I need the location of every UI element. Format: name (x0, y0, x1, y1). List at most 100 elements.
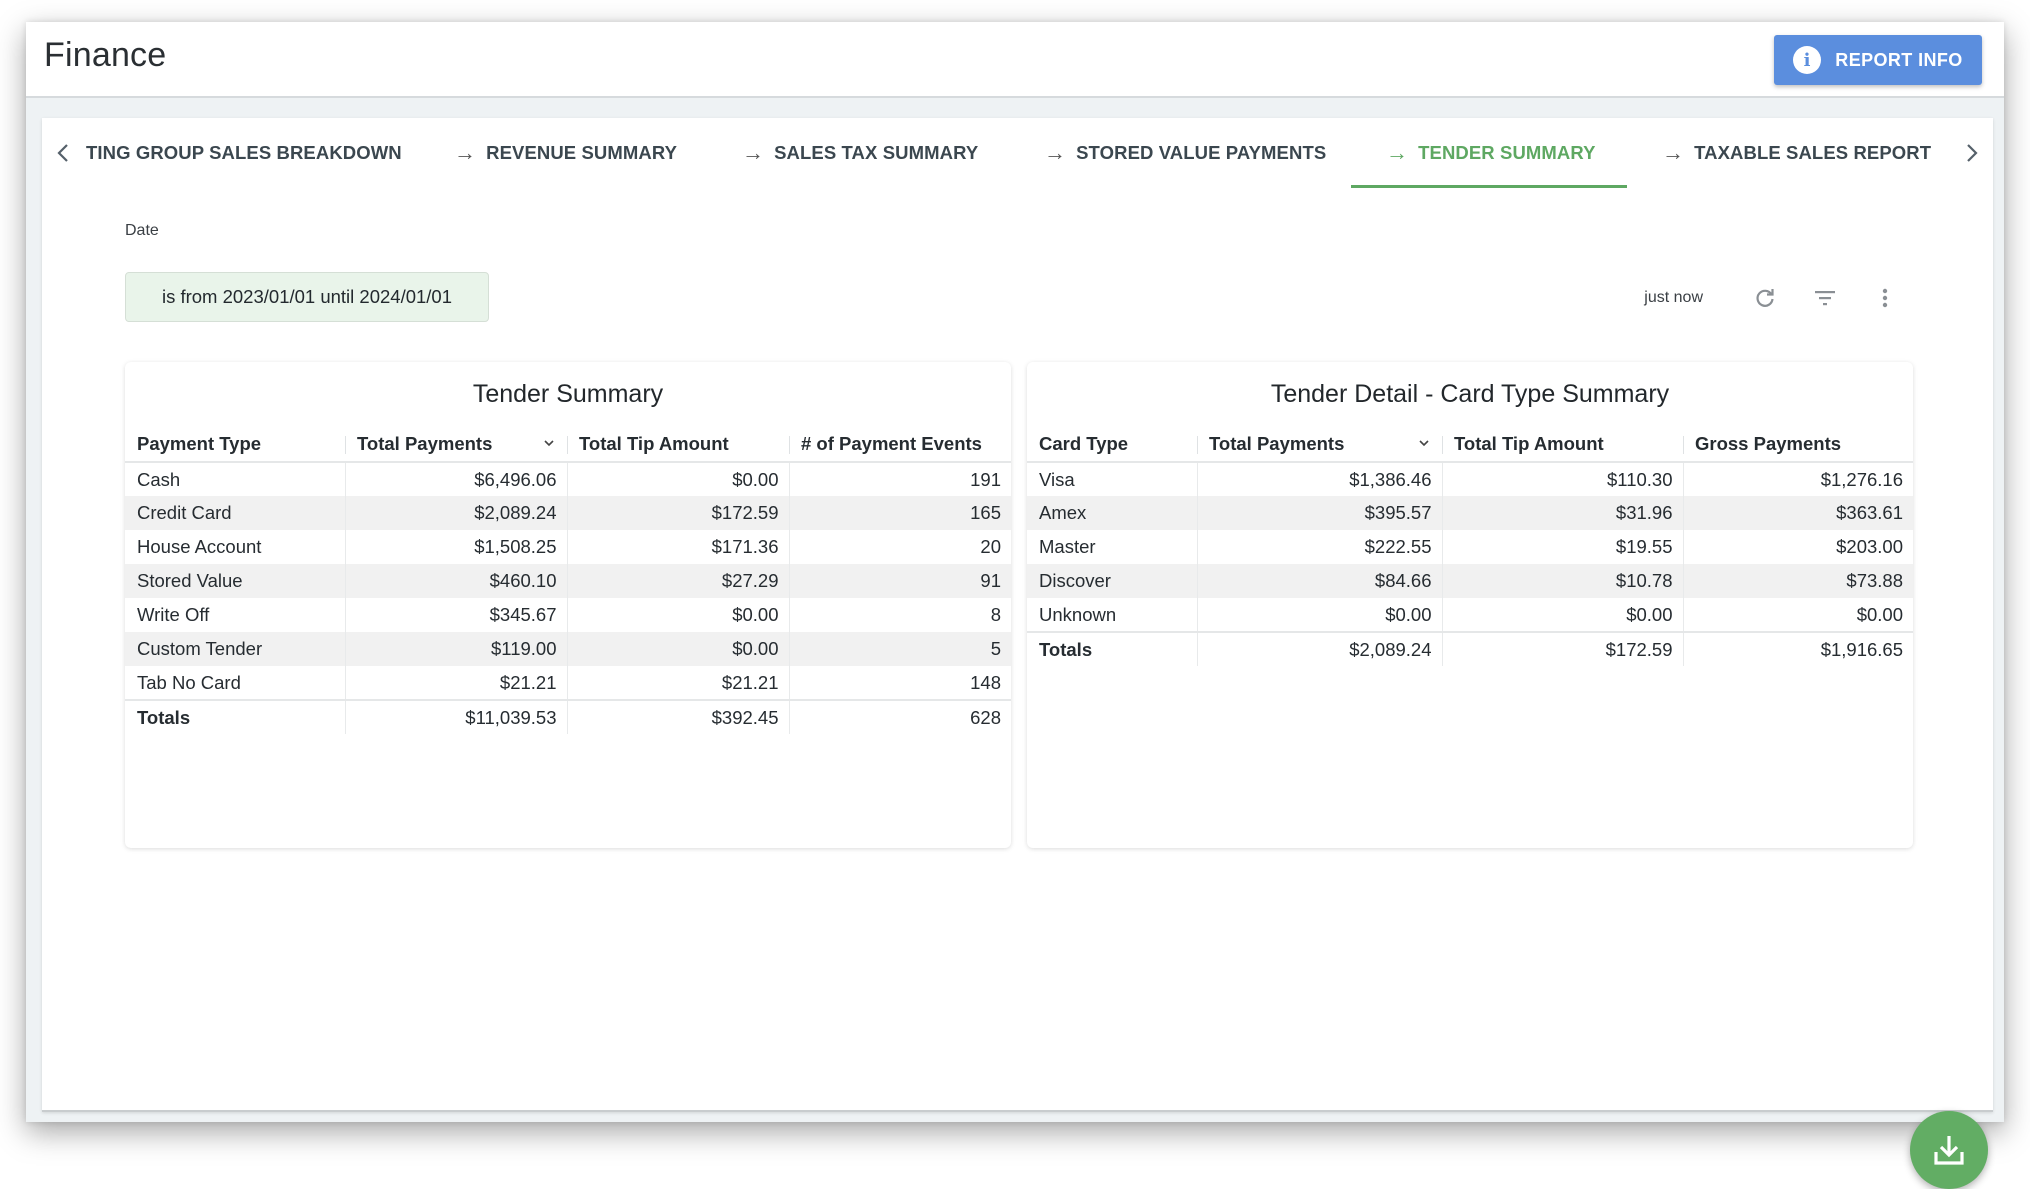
tab-label: TENDER SUMMARY (1418, 142, 1596, 163)
cell-total-tip: $172.59 (566, 496, 789, 530)
cell-gross-payments: $0.00 (1682, 598, 1913, 632)
arrow-right-icon: → (454, 140, 477, 165)
totals-row: Totals $2,089.24 $172.59 $1,916.65 (1027, 631, 1913, 666)
last-updated-text: just now (1644, 289, 1703, 306)
column-header[interactable]: Total Tip Amount (567, 426, 789, 463)
cell-gross-payments: $363.61 (1682, 496, 1913, 530)
cell-payment-events: 20 (788, 530, 1011, 564)
date-filter[interactable]: is from 2023/01/01 until 2024/01/01 (125, 272, 489, 322)
download-button[interactable] (1910, 1111, 1988, 1189)
report-content: TING GROUP SALES BREAKDOWN → REVENUE SUM… (42, 118, 1993, 1189)
totals-label: Totals (125, 699, 345, 734)
cell-total-payments: $0.00 (1196, 598, 1442, 632)
column-header[interactable]: # of Payment Events (789, 426, 1011, 463)
cell-payment-events: 91 (788, 564, 1011, 598)
cell-total-tip: $27.29 (566, 564, 789, 598)
cell-total-payments: $222.55 (1196, 530, 1442, 564)
cell-total-tip: $0.00 (566, 598, 789, 632)
tab-label: SALES TAX SUMMARY (774, 142, 979, 163)
cell-total-payments: $6,496.06 (344, 462, 567, 496)
cell-total-tip: $10.78 (1441, 564, 1683, 598)
cell-payment-events: 148 (788, 666, 1011, 700)
tab-revenue-summary[interactable]: → REVENUE SUMMARY (454, 118, 677, 188)
tab-label: STORED VALUE PAYMENTS (1076, 142, 1327, 163)
cell-card-type: Master (1039, 536, 1096, 557)
column-header[interactable]: Gross Payments (1683, 426, 1913, 463)
more-options-button[interactable] (1867, 280, 1903, 316)
tile-title: Tender Detail - Card Type Summary (1270, 380, 1670, 408)
card-type-summary-table: Card Type Total Payments Total Tip Amoun… (1027, 426, 1913, 666)
cell-total-payments: $1,386.46 (1196, 462, 1442, 496)
tab-scroll-right-button[interactable] (1957, 136, 1987, 170)
tab-tender-summary[interactable]: → TENDER SUMMARY (1386, 118, 1596, 188)
card-type-summary-tile: Tender Detail - Card Type Summary Card T… (1027, 362, 1913, 848)
filter-button[interactable] (1807, 280, 1843, 316)
cell-payment-type: Cash (137, 468, 181, 490)
table-header-row: Payment Type Total Payments Total Tip Am… (125, 426, 1011, 463)
column-header-label: Total Payments (1209, 432, 1345, 454)
column-header-sorted[interactable]: Total Payments (1197, 426, 1442, 463)
cell-total-payments: $1,508.25 (344, 530, 567, 564)
refresh-icon (1756, 289, 1774, 307)
cell-total-payments: $84.66 (1196, 564, 1442, 598)
sort-descending-icon (1418, 435, 1430, 451)
table-row: Unknown $0.00 $0.00 $0.00 (1027, 598, 1913, 632)
table-row: Amex $395.57 $31.96 $363.61 (1027, 496, 1913, 530)
cell-payment-type: Write Off (137, 604, 210, 625)
tab-scroll-left-button[interactable] (48, 136, 78, 170)
report-info-button[interactable]: i REPORT INFO (1774, 35, 1982, 85)
info-icon: i (1793, 46, 1822, 74)
cell-gross-payments: $203.00 (1682, 530, 1913, 564)
cell-card-type: Unknown (1039, 603, 1117, 625)
cell-payment-events: 191 (788, 462, 1011, 496)
arrow-right-icon: → (1386, 140, 1409, 165)
tab-group-sales-breakdown[interactable]: TING GROUP SALES BREAKDOWN (86, 118, 402, 188)
cell-payment-type: House Account (137, 536, 262, 557)
totals-label: Totals (1027, 631, 1197, 666)
date-filter-value: is from 2023/01/01 until 2024/01/01 (161, 286, 453, 307)
cell-total-payments: $119.00 (344, 632, 567, 666)
cell-card-type: Discover (1027, 564, 1197, 598)
download-icon (1934, 1136, 1964, 1165)
cell-payment-type: Stored Value (125, 564, 345, 598)
total-payments-sum: $11,039.53 (344, 699, 567, 734)
arrow-right-icon: → (1662, 140, 1685, 165)
filter-icon (1815, 291, 1835, 306)
cell-card-type: Amex (1027, 496, 1197, 530)
cell-payment-type: Tab No Card (137, 671, 241, 693)
table-row: Credit Card $2,089.24 $172.59 165 (125, 496, 1011, 530)
column-header[interactable]: Payment Type (125, 426, 345, 463)
tab-taxable-sales-report[interactable]: → TAXABLE SALES REPORT (1662, 118, 1931, 188)
refresh-button[interactable] (1747, 280, 1783, 316)
dashboard-toolbar: just now (1644, 278, 1903, 318)
cell-payment-type: Credit Card (125, 496, 345, 530)
cell-total-tip: $19.55 (1441, 530, 1683, 564)
cell-total-tip: $0.00 (1441, 598, 1683, 632)
table-header-row: Card Type Total Payments Total Tip Amoun… (1027, 426, 1913, 463)
table-row: Visa $1,386.46 $110.30 $1,276.16 (1027, 462, 1913, 496)
column-header[interactable]: Card Type (1027, 426, 1197, 463)
table-row: Stored Value $460.10 $27.29 91 (125, 564, 1011, 598)
active-tab-indicator (1351, 185, 1627, 188)
cell-total-tip: $171.36 (566, 530, 789, 564)
tender-summary-tile: Tender Summary Payment Type Total Paymen… (125, 362, 1011, 848)
app-window: Finance i REPORT INFO TING GROUP SALES B… (26, 22, 2004, 1189)
cell-total-tip: $21.21 (566, 666, 789, 700)
table-row: Discover $84.66 $10.78 $73.88 (1027, 564, 1913, 598)
column-header-sorted[interactable]: Total Payments (345, 426, 567, 463)
total-tip-sum: $172.59 (1441, 631, 1683, 666)
chevron-left-icon (57, 144, 68, 162)
table-row: Write Off $345.67 $0.00 8 (125, 598, 1011, 632)
tab-stored-value-payments[interactable]: → STORED VALUE PAYMENTS (1044, 118, 1326, 188)
tab-sales-tax-summary[interactable]: → SALES TAX SUMMARY (742, 118, 978, 188)
cell-payment-events: 5 (788, 632, 1011, 666)
app-header: Finance i REPORT INFO (26, 22, 2004, 98)
table-row: Master $222.55 $19.55 $203.00 (1027, 530, 1913, 564)
column-header[interactable]: Total Tip Amount (1442, 426, 1683, 463)
cell-payment-type: Custom Tender (125, 632, 345, 666)
cell-total-payments: $460.10 (344, 564, 567, 598)
tile-title: Tender Summary (472, 380, 664, 408)
date-filter-label: Date (125, 222, 159, 239)
sort-descending-icon (543, 435, 555, 451)
cell-total-tip: $110.30 (1441, 462, 1683, 496)
